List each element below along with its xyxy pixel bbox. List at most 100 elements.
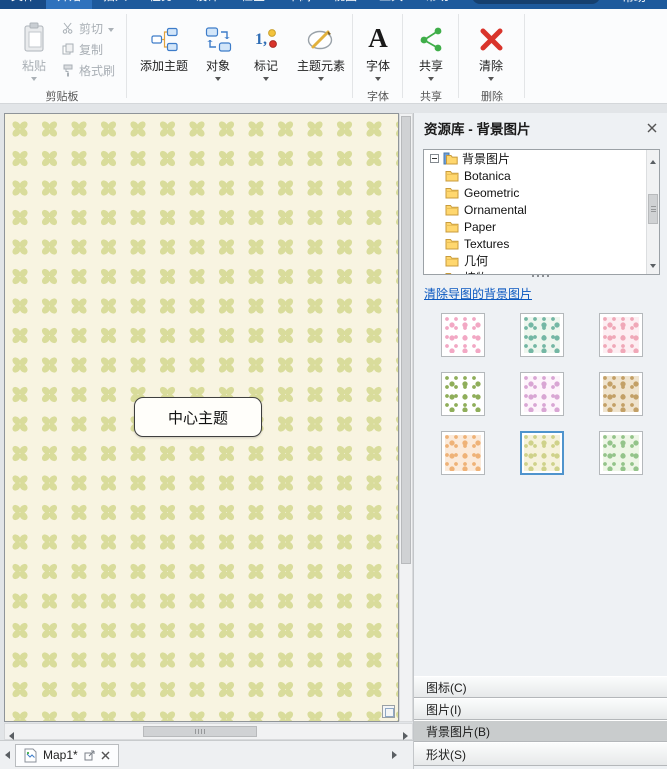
thumbnail-pattern (603, 376, 639, 412)
vertical-scrollbar[interactable] (399, 113, 413, 722)
scroll-up-arrow-icon[interactable] (647, 151, 659, 169)
ribbon-tab-10[interactable]: 帮助 (414, 0, 460, 9)
ribbon-tab-2[interactable]: 开始 (46, 0, 93, 9)
clear-background-link[interactable]: 清除导图的背景图片 (424, 285, 532, 302)
ribbon-search-box[interactable] (472, 0, 601, 4)
help-menu-label: 帮助 (622, 0, 646, 5)
vertical-scrollbar-thumb[interactable] (401, 116, 411, 564)
cut-button[interactable]: 剪切 (62, 18, 115, 38)
document-tab[interactable]: Map1* (15, 743, 119, 767)
paste-clipboard-icon (22, 17, 46, 53)
central-topic[interactable]: 中心主题 (134, 397, 262, 437)
chevron-down-icon (108, 27, 115, 32)
clear-x-icon (478, 17, 505, 53)
ribbon-tab-9[interactable]: 工具 (368, 0, 414, 9)
chevron-down-icon (428, 77, 434, 81)
share-network-icon (418, 17, 444, 53)
mark-button[interactable]: 1, 标记 (244, 17, 288, 81)
thumbnail-tan-leaves[interactable] (599, 372, 643, 416)
panel-stack-tab-3[interactable]: 背景图片(B) (414, 720, 667, 742)
thumbnail-grid (441, 313, 643, 475)
ribbon-separator (126, 14, 127, 98)
tree-root[interactable]: 背景图片 (424, 150, 659, 167)
font-letter-icon: A (368, 23, 388, 53)
panel-close-button[interactable] (647, 123, 657, 133)
thumbnail-pink-flowers[interactable] (441, 313, 485, 357)
folder-icon (445, 255, 459, 266)
panel-stack-tab-2[interactable]: 图片(I) (414, 698, 667, 720)
mark-icon: 1, (253, 17, 279, 53)
horizontal-scrollbar[interactable] (4, 723, 413, 740)
tree-item[interactable]: Textures (424, 235, 659, 252)
thumbnail-purple-flowers[interactable] (520, 372, 564, 416)
tree-scrollbar[interactable] (646, 150, 659, 274)
library-folder-icon (443, 152, 458, 165)
ribbon-tab-8[interactable]: 视图 (322, 0, 368, 9)
format-painter-button[interactable]: 格式刷 (62, 60, 115, 80)
ribbon-tab-5[interactable]: 设计 (184, 0, 230, 9)
copy-button[interactable]: 复制 (62, 39, 103, 59)
tree-item[interactable]: Ornamental (424, 201, 659, 218)
resource-library-panel: 资源库 - 背景图片 背景图片 Botanica Geometric Ornam… (413, 113, 667, 769)
close-document-icon[interactable] (101, 751, 110, 760)
scroll-down-arrow-icon[interactable] (647, 255, 659, 273)
thumbnail-teal-leaves[interactable] (520, 313, 564, 357)
group-label-font: 字体 (367, 91, 389, 103)
document-tab-label: Map1* (43, 748, 78, 762)
share-button[interactable]: 共享 (408, 17, 454, 81)
ribbon-tab-bar: 文件开始插入任务设计检查审阅视图工具帮助 帮助 (0, 0, 667, 9)
ribbon-tab-7[interactable]: 审阅 (276, 0, 322, 9)
add-topic-button[interactable]: 添加主题 (136, 17, 192, 74)
tree-root-label: 背景图片 (462, 152, 511, 166)
paste-label: 粘贴 (21, 59, 46, 73)
tab-scroll-left-icon[interactable] (0, 751, 15, 759)
chevron-down-icon (31, 77, 37, 81)
tree-scrollbar-thumb[interactable] (648, 194, 658, 224)
group-label-share: 共享 (420, 91, 442, 103)
ribbon-tab-6[interactable]: 检查 (230, 0, 276, 9)
canvas-navigator-button[interactable] (382, 705, 395, 718)
tree-item[interactable]: Paper (424, 218, 659, 235)
chevron-down-icon (215, 77, 221, 81)
tree-item[interactable]: Geometric (424, 184, 659, 201)
folder-icon (445, 238, 459, 249)
tree-item[interactable]: 几何 (424, 252, 659, 269)
ribbon-separator (352, 14, 353, 98)
panel-stack: 图标(C) 图片(I) 背景图片(B) 形状(S) (414, 676, 667, 766)
collapse-icon[interactable] (430, 154, 439, 163)
object-icon (205, 17, 232, 53)
paste-button[interactable]: 粘贴 (10, 17, 58, 81)
thumbnail-pattern (524, 317, 560, 353)
thumbnail-pattern (603, 317, 639, 353)
ribbon-tab-4[interactable]: 任务 (138, 0, 184, 9)
thumbnail-green-branch[interactable] (441, 372, 485, 416)
object-button[interactable]: 对象 (196, 17, 240, 81)
topic-elements-button[interactable]: 主题元素 (292, 17, 350, 81)
add-topic-label: 添加主题 (139, 59, 188, 73)
chevron-down-icon (488, 77, 494, 81)
format-painter-icon (63, 64, 73, 76)
tree-resize-handle[interactable] (414, 275, 667, 277)
clear-button[interactable]: 清除 (464, 17, 518, 81)
horizontal-scrollbar-thumb[interactable] (143, 726, 257, 737)
ribbon-tab-3[interactable]: 插入 (92, 0, 138, 9)
topic-elements-label: 主题元素 (296, 59, 345, 73)
thumbnail-pink-roses[interactable] (599, 313, 643, 357)
thumbnail-pattern (445, 435, 481, 471)
chevron-down-icon (318, 77, 324, 81)
panel-title: 资源库 - 背景图片 (424, 122, 531, 137)
detach-view-icon[interactable] (84, 750, 95, 761)
tab-scroll-right-icon[interactable] (387, 751, 413, 759)
thumbnail-pattern (524, 376, 560, 412)
help-menu[interactable]: 帮助 (622, 0, 667, 9)
panel-stack-tab-1[interactable]: 图标(C) (414, 676, 667, 698)
ribbon-tab-1[interactable]: 文件 (0, 0, 47, 9)
thumbnail-green-clovers[interactable] (520, 431, 564, 475)
thumbnail-green-floral[interactable] (599, 431, 643, 475)
thumbnail-orange-flowers[interactable] (441, 431, 485, 475)
tree-item[interactable]: Botanica (424, 167, 659, 184)
panel-stack-tab-4[interactable]: 形状(S) (414, 742, 667, 766)
font-button[interactable]: A 字体 (356, 17, 400, 81)
map-canvas[interactable]: 中心主题 (4, 113, 399, 722)
ribbon-separator (402, 14, 403, 98)
